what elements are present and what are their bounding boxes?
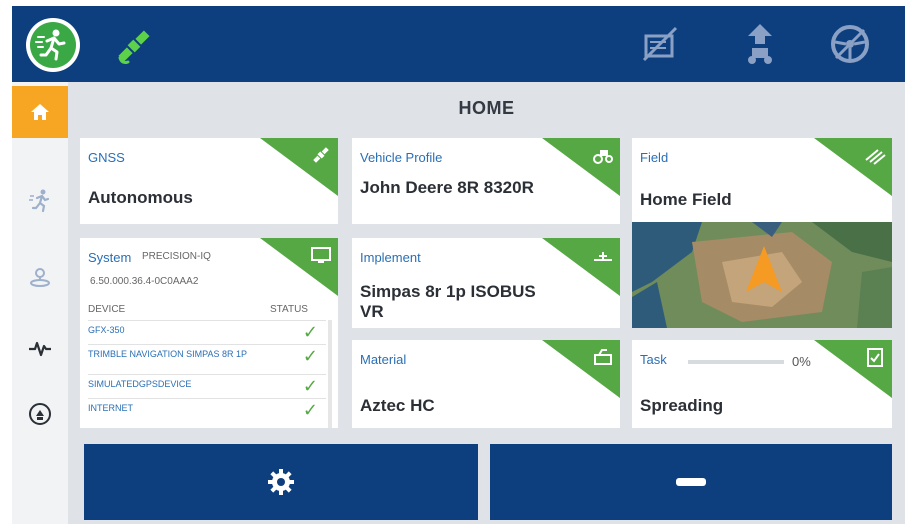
- system-label: System: [88, 250, 132, 265]
- sidebar: [12, 82, 68, 524]
- material-value: Aztec HC: [360, 396, 435, 415]
- guidance-upload-icon[interactable]: [736, 20, 784, 68]
- device-name: SIMULATEDGPSDEVICE: [88, 379, 192, 389]
- implement-value: Simpas 8r 1p ISOBUS VR: [360, 282, 536, 321]
- monitor-icon: [311, 247, 331, 263]
- device-name: INTERNET: [88, 403, 133, 413]
- status-check-icon: ✓: [302, 376, 318, 396]
- device-row[interactable]: SIMULATEDGPSDEVICE ✓: [88, 374, 326, 398]
- sidebar-item-home[interactable]: [12, 86, 68, 138]
- material-card[interactable]: Material Aztec HC: [352, 340, 620, 428]
- gear-icon: [268, 469, 294, 495]
- isobus-icon: [29, 403, 51, 425]
- material-icon: [594, 349, 612, 365]
- location-pin-icon: [30, 268, 50, 287]
- vehicle-value: John Deere 8R 8320R: [360, 178, 534, 197]
- device-row[interactable]: TRIMBLE NAVIGATION SIMPAS 8R 1P ✓: [88, 344, 326, 374]
- task-label: Task: [640, 352, 667, 367]
- task-progress-bar: [688, 360, 784, 364]
- pulse-icon: [29, 341, 51, 357]
- vehicle-position-arrow-icon: [746, 246, 782, 292]
- remove-button[interactable]: [490, 444, 892, 520]
- field-lines-icon: [865, 149, 886, 165]
- device-list-scrollbar[interactable]: [328, 320, 332, 428]
- minus-icon: [676, 478, 706, 486]
- system-version: 6.50.000.36.4-0C0AAA2: [90, 276, 199, 287]
- satellite-icon: [313, 147, 329, 163]
- implement-label: Implement: [360, 250, 421, 265]
- task-progress-percent: 0%: [792, 354, 811, 369]
- field-map[interactable]: [632, 222, 892, 328]
- system-card[interactable]: System PRECISION-IQ 6.50.000.36.4-0C0AAA…: [80, 238, 338, 428]
- home-icon: [31, 104, 49, 120]
- device-name: GFX-350: [88, 325, 125, 335]
- task-card[interactable]: Task 0% Spreading: [632, 340, 892, 428]
- tractor-icon: [593, 150, 613, 164]
- gnss-label: GNSS: [88, 150, 125, 165]
- device-row[interactable]: INTERNET ✓: [88, 398, 326, 422]
- run-button[interactable]: [26, 18, 80, 72]
- field-boundary-disabled-icon[interactable]: [636, 20, 684, 68]
- top-bar: [12, 6, 905, 82]
- sidebar-item-diagnostics[interactable]: [12, 322, 68, 374]
- device-name: TRIMBLE NAVIGATION SIMPAS 8R 1P: [88, 349, 248, 359]
- satellite-icon[interactable]: [112, 24, 156, 68]
- task-value: Spreading: [640, 396, 724, 415]
- field-value: Home Field: [640, 190, 732, 209]
- device-column-header: DEVICE: [88, 304, 126, 315]
- steering-disabled-icon[interactable]: [826, 20, 874, 68]
- vehicle-label: Vehicle Profile: [360, 150, 443, 165]
- gnss-card[interactable]: GNSS Autonomous: [80, 138, 338, 224]
- sidebar-item-isobus[interactable]: [12, 388, 68, 440]
- running-person-icon: [29, 189, 50, 213]
- status-check-icon: ✓: [302, 322, 318, 342]
- implement-icon: [594, 252, 612, 261]
- sidebar-item-location[interactable]: [12, 252, 68, 304]
- running-person-icon: [30, 22, 76, 68]
- gnss-value: Autonomous: [88, 188, 193, 207]
- page-title: HOME: [458, 98, 515, 118]
- field-card[interactable]: Field Home Field: [632, 138, 892, 328]
- clipboard-check-icon: [867, 348, 883, 367]
- app-frame: HOME GNSS Autonomous Vehicle Profile Joh…: [12, 6, 905, 524]
- settings-button[interactable]: [84, 444, 478, 520]
- sidebar-item-run[interactable]: [12, 174, 68, 226]
- material-label: Material: [360, 352, 407, 367]
- vehicle-profile-card[interactable]: Vehicle Profile John Deere 8R 8320R: [352, 138, 620, 224]
- field-label: Field: [640, 150, 669, 165]
- system-subtitle: PRECISION-IQ: [142, 251, 211, 262]
- status-column-header: STATUS: [270, 304, 308, 315]
- status-check-icon: ✓: [302, 400, 318, 420]
- status-check-icon: ✓: [302, 346, 318, 366]
- device-row[interactable]: GFX-350 ✓: [88, 320, 326, 344]
- implement-card[interactable]: Implement Simpas 8r 1p ISOBUS VR: [352, 238, 620, 328]
